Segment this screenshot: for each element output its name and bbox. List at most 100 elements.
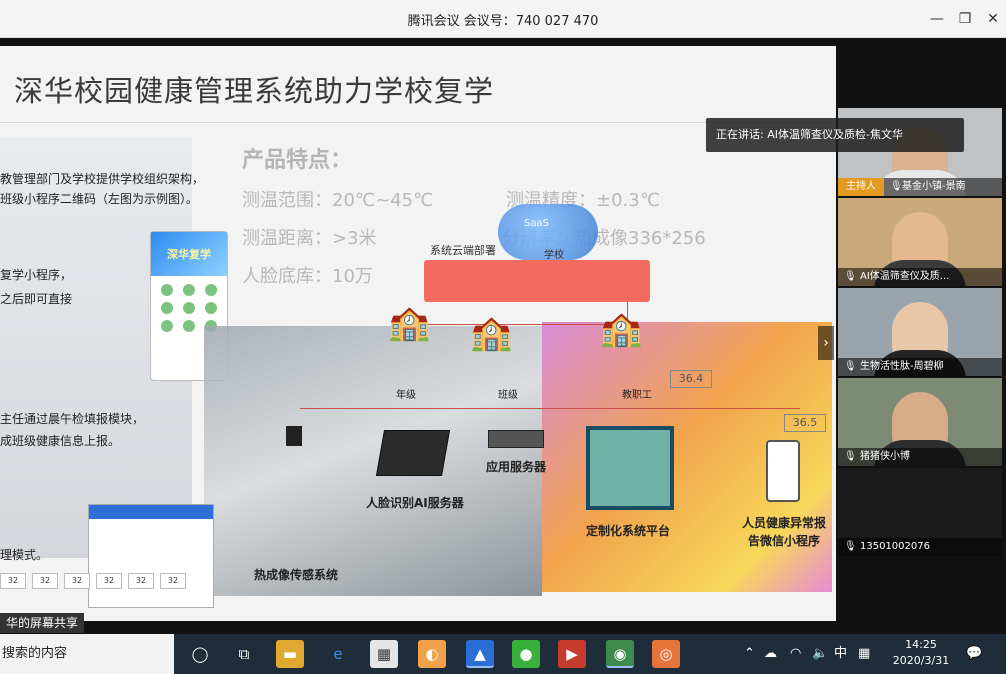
next-page-button[interactable]: › [818,326,834,360]
cortana-icon[interactable]: ◯ [186,640,214,668]
volume-icon[interactable]: 🔈 [812,634,828,674]
component-label: 应用服务器 [486,460,547,474]
app-icon [205,284,217,296]
app-icon-orange[interactable]: ◐ [418,640,446,668]
cloud-deploy-label: 系统云端部署 [430,244,496,257]
left-line: 成班级健康信息上报。 [0,434,121,448]
school-bar [424,260,650,302]
participant-name: 猪猪侠小博 [838,448,1002,466]
component-label: 定制化系统平台 [586,524,671,538]
stat-chip: 32 [128,573,154,589]
taskbar-clock[interactable]: 14:25 2020/3/31 [888,637,954,669]
window-title: 腾讯会议 会议号：740 027 470 [407,14,599,29]
stat-chip: 32 [160,573,186,589]
edge-icon[interactable]: e [324,640,352,668]
participant-name: 13501002076 [838,538,1002,556]
stat-chip: 32 [32,573,58,589]
ime-indicator[interactable]: 中 [834,634,847,674]
feature-line: 测温范围：20℃~45℃ [242,190,434,211]
store-icon[interactable]: ▦ [370,640,398,668]
wechat-miniprogram-icon [766,440,800,502]
component-label: 热成像传感系统 [254,568,339,582]
left-line: 复学小程序， [0,268,73,282]
ime-mode-icon[interactable]: ▦ [858,634,870,674]
feature-line: 人脸底库：10万 [242,266,373,287]
app-icon [161,320,173,332]
mic-active-icon: 🎙 [844,271,857,282]
participant-tile[interactable]: 13501002076 🎙 [838,468,1002,556]
building-label: 班级 [498,390,518,401]
browser-icon[interactable]: ◎ [652,640,680,668]
building-label: 教职工 [622,390,652,401]
screen-share-label: 华的屏幕共享 [0,613,85,633]
mic-icon: 🎙 [844,451,857,462]
left-line: 之后即可直接 [0,292,73,306]
onedrive-icon[interactable]: ☁ [764,634,777,674]
stat-chip: 32 [96,573,122,589]
network-line [300,408,800,409]
temperature-tag: 36.4 [670,370,712,388]
building-label: 年级 [396,390,416,401]
thermal-camera [286,426,302,446]
component-label: 人员健康异常报 [742,516,827,530]
left-line: 理模式。 [0,548,49,562]
app-icon [161,302,173,314]
participant-tile[interactable]: AI体温筛查仪及质... 🎙 [838,198,1002,286]
app-server-icon [488,430,544,448]
app-icon [183,284,195,296]
app-icon [161,284,173,296]
cloud-text: SaaS [524,218,549,229]
school-label: 学校 [544,250,564,261]
temperature-tag: 36.5 [784,414,826,432]
windows-taskbar: 搜索的内容 ◯ ⧉ ▬ e ▦ ◐ ▲ ● ▶ ◉ ◎ ⌃ ☁ ◠ 🔈 中 ▦ … [0,634,1006,674]
mic-icon: 🎙 [844,361,857,372]
system-platform-icon [586,426,674,510]
component-label: 告微信小程序 [748,534,821,548]
participant-name: AI体温筛查仪及质... [838,268,1002,286]
host-badge: 主持人 [838,178,884,196]
wechat-icon[interactable]: ● [512,640,540,668]
wifi-icon[interactable]: ◠ [790,634,801,674]
file-explorer-icon[interactable]: ▬ [276,640,304,668]
participant-tile[interactable]: 猪猪侠小博 🎙 [838,378,1002,466]
clock-time: 14:25 [905,638,937,651]
component-label: 人脸识别AI服务器 [366,496,464,510]
window-titlebar: 腾讯会议 会议号：740 027 470 — ❐ ✕ [0,0,1006,38]
class-building-icon: 🏫 [470,313,513,353]
grade-building-icon: 🏫 [388,303,431,343]
minimize-button[interactable]: — [924,6,950,32]
left-line: 教管理部门及学校提供学校组织架构， [0,172,205,186]
features-title: 产品特点： [242,148,353,173]
video-player-icon[interactable]: ▶ [558,640,586,668]
tencent-meeting-icon[interactable]: ▲ [466,640,494,668]
speaking-indicator: 正在讲话: AI体温筛查仪及质检-焦文华 [706,118,964,152]
dashboard-screenshot [88,504,214,608]
meeting-area: 深华校园健康管理系统助力学校复学 教管理部门及学校提供学校组织架构， 班级小程序… [0,38,1006,634]
left-line: 主任通过晨午检填报模块， [0,412,145,426]
tray-chevron-icon[interactable]: ⌃ [744,634,755,674]
staff-building-icon: 🏫 [600,309,643,349]
slide-title: 深华校园健康管理系统助力学校复学 [14,74,495,108]
chip-row: 32 32 32 32 32 32 [0,573,200,591]
ai-server-icon [375,430,451,476]
phone-title: 深华复学 [151,232,227,276]
task-view-icon[interactable]: ⧉ [230,640,258,668]
app-icon [183,302,195,314]
left-line: 班级小程序二维码（左图为示例图）。 [0,192,199,206]
connector-line [414,324,628,325]
participant-tile[interactable]: 生物活性肽-周碧柳 🎙 [838,288,1002,376]
restore-button[interactable]: ❐ [952,6,978,32]
feature-line: 测温距离：>3米 [242,228,377,249]
app-icon [205,302,217,314]
chrome-icon[interactable]: ◉ [606,640,634,668]
participant-name: 生物活性肽-周碧柳 [838,358,1002,376]
close-button[interactable]: ✕ [980,6,1006,32]
dashboard-header [89,505,213,519]
notification-icon[interactable]: 💬 [966,634,982,674]
taskbar-search[interactable]: 搜索的内容 [0,634,174,674]
stat-chip: 32 [64,573,90,589]
mic-muted-icon: 🎙 [844,541,857,552]
clock-date: 2020/3/31 [892,654,950,667]
mic-icon: 🎙 [890,181,903,192]
stat-chip: 32 [0,573,26,589]
